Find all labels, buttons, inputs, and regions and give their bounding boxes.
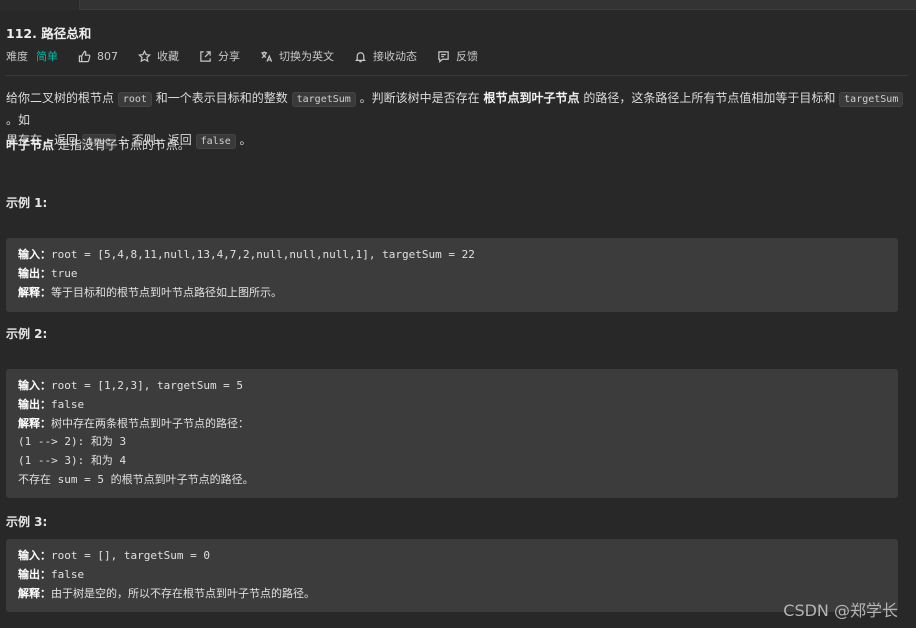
example-explain: 树中存在两条根节点到叶子节点的路径：	[51, 416, 249, 430]
example-extra-line: 不存在 sum = 5 的根节点到叶子节点的路径。	[18, 472, 254, 486]
example-extra-line: (1 --> 2): 和为 3	[18, 435, 127, 449]
translate-icon	[261, 50, 273, 62]
output-label: 输出：	[18, 397, 51, 411]
description-paragraph-2: 叶子节点 是指没有子节点的节点。	[6, 135, 906, 155]
star-icon	[138, 49, 151, 62]
example-output: true	[51, 266, 78, 280]
switch-language-label: 切换为英文	[279, 50, 334, 63]
example-3-title: 示例 3:	[6, 515, 48, 529]
code-targetsum: targetSum	[291, 92, 356, 107]
example-1-title: 示例 1:	[6, 196, 48, 210]
input-label: 输入：	[18, 379, 51, 392]
tab-bar-rest	[80, 0, 916, 10]
share-button[interactable]: 分享	[199, 48, 240, 64]
description-text: 。如	[6, 113, 31, 127]
example-3-block: 输入：root = [], targetSum = 0 输出：false 解释：…	[6, 539, 898, 612]
favorite-label: 收藏	[157, 50, 179, 63]
feedback-button[interactable]: 反馈	[437, 48, 478, 64]
example-input: root = [5,4,8,11,null,13,4,7,2,null,null…	[51, 248, 475, 261]
description-text: 和一个表示目标和的整数	[155, 91, 288, 105]
problem-title: 112. 路径总和	[6, 26, 92, 41]
csdn-watermark: CSDN @郑学长	[783, 601, 898, 620]
description-text: 。判断该树中是否存在	[359, 91, 480, 105]
input-label: 输入：	[18, 549, 51, 562]
switch-language-button[interactable]: 切换为英文	[260, 48, 334, 64]
favorite-button[interactable]: 收藏	[138, 48, 179, 64]
description-bold: 根节点到叶子节点	[483, 91, 580, 105]
feedback-icon	[438, 50, 449, 63]
header-divider	[6, 75, 908, 76]
example-2-title: 示例 2:	[6, 327, 48, 341]
example-extra-line: (1 --> 3): 和为 4	[18, 454, 127, 468]
example-output: false	[51, 397, 85, 411]
share-label: 分享	[218, 50, 240, 63]
top-tab-bar	[0, 0, 916, 10]
difficulty-badge: 简单	[36, 50, 58, 63]
explain-label: 解释：	[18, 416, 51, 430]
difficulty-label: 难度	[6, 50, 28, 63]
like-button[interactable]: 807	[78, 50, 118, 63]
description-text: 是指没有子节点的节点。	[57, 138, 190, 152]
feedback-label: 反馈	[456, 50, 478, 63]
explain-label: 解释：	[18, 586, 51, 600]
thumbs-up-icon	[78, 50, 91, 62]
notify-label: 接收动态	[373, 50, 417, 63]
example-1-block: 输入：root = [5,4,8,11,null,13,4,7,2,null,n…	[6, 238, 898, 312]
notify-button[interactable]: 接收动态	[354, 48, 417, 64]
description-bold: 叶子节点	[6, 138, 55, 152]
example-input: root = [], targetSum = 0	[51, 549, 210, 562]
output-label: 输出：	[18, 266, 51, 280]
like-count: 807	[97, 49, 118, 63]
description-text: 的路径，这条路径上所有节点值相加等于目标和	[583, 91, 836, 105]
example-2-block: 输入：root = [1,2,3], targetSum = 5 输出：fals…	[6, 369, 898, 498]
share-icon	[200, 50, 211, 62]
example-explain: 等于目标和的根节点到叶节点路径如上图所示。	[51, 285, 282, 299]
explain-label: 解释：	[18, 285, 51, 299]
tab-description[interactable]	[0, 0, 80, 10]
input-label: 输入：	[18, 248, 51, 261]
code-root: root	[117, 92, 152, 107]
output-label: 输出：	[18, 567, 51, 581]
example-output: false	[51, 567, 85, 581]
example-explain: 由于树是空的，所以不存在根节点到叶子节点的路径。	[51, 586, 315, 600]
example-input: root = [1,2,3], targetSum = 5	[51, 379, 244, 392]
description-text: 给你二叉树的根节点	[6, 91, 115, 105]
bell-icon	[355, 51, 366, 62]
problem-meta-bar: 难度 简单 807 收藏 分享 切换为英文 接收动态 反馈	[6, 47, 498, 65]
code-targetsum: targetSum	[839, 92, 904, 107]
